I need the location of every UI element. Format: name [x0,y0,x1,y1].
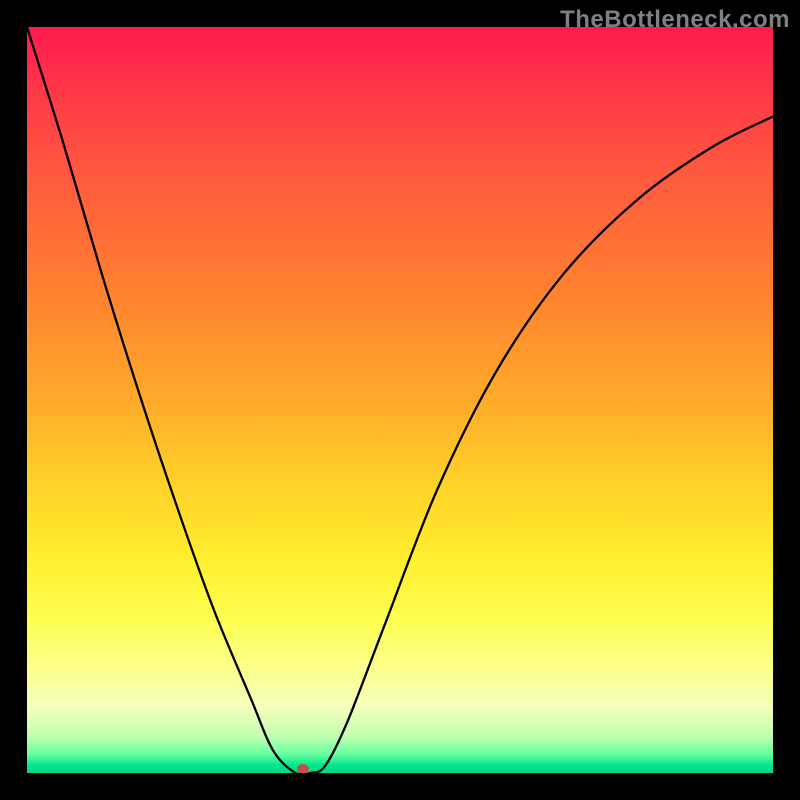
plot-area [27,27,773,773]
bottleneck-curve [27,27,773,773]
chart-container: TheBottleneck.com [0,0,800,800]
minimum-marker [297,764,309,773]
watermark-text: TheBottleneck.com [560,6,790,34]
